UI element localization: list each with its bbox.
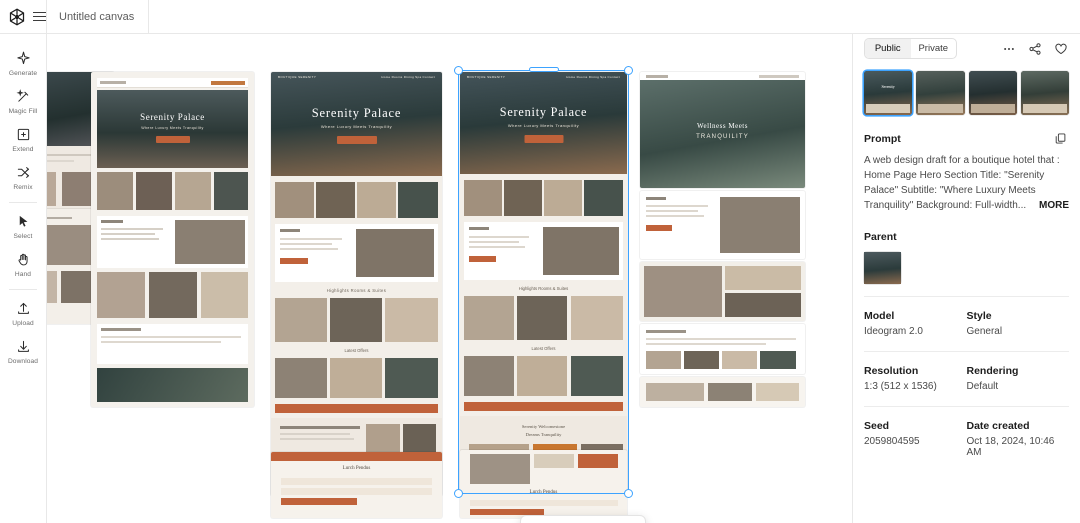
visibility-public[interactable]: Public [865, 39, 911, 58]
rendering-label: Rendering [966, 365, 1019, 377]
canvas-mock-selected-footer[interactable]: Lurch Pendus [460, 450, 627, 518]
panel-actions [1000, 40, 1069, 57]
variant-thumbnails: Serenity [864, 71, 1069, 115]
rail-label-select: Select [13, 233, 33, 240]
panel-body: Public Private Serenity Prompt A web des… [853, 38, 1080, 523]
model-label: Model [864, 310, 895, 322]
rendering-value: Default [966, 381, 999, 392]
more-horizontal-icon[interactable] [1000, 40, 1017, 57]
parent-section: Parent [864, 227, 1069, 284]
canvas-mock-8[interactable] [640, 377, 805, 407]
meta-seed-date: Seed 2059804595 Date created Oct 18, 202… [864, 420, 1069, 458]
rail-item-select[interactable]: Select [0, 206, 47, 244]
rail-label-hand: Hand [14, 271, 32, 278]
visibility-row: Public Private [864, 38, 1069, 59]
canvas-mock-5[interactable] [640, 191, 805, 259]
prompt-label: Prompt [864, 132, 901, 145]
tool-rail: Generate Magic Fill Extend Remix Select … [0, 34, 47, 523]
date-created-label: Date created [966, 420, 1030, 432]
canvas-mock-1[interactable]: Serenity Palace Where Luxury Meets Tranq… [91, 72, 254, 407]
visibility-private[interactable]: Private [911, 39, 957, 58]
rail-divider-2 [9, 289, 37, 290]
style-label: Style [966, 310, 992, 322]
share-icon[interactable] [1026, 40, 1043, 57]
cursor-select-icon [14, 212, 32, 230]
variant-thumbnail-2[interactable] [916, 71, 965, 115]
rail-label-extend: Extend [12, 146, 34, 153]
seed-value: 2059804595 [864, 436, 920, 447]
rail-item-remix[interactable]: Remix [0, 157, 47, 195]
rail-item-download[interactable]: Download [0, 331, 47, 369]
meta-rendering: Rendering Default [967, 365, 1070, 392]
infinite-canvas[interactable]: Serenity Palace Where Luxury Meets Tranq… [47, 34, 852, 523]
variant-thumbnail-1[interactable]: Serenity [864, 71, 913, 115]
magic-fill-icon [14, 87, 32, 105]
image-details-panel: Image Public Private [852, 0, 1080, 523]
top-bar: Untitled canvas [0, 0, 1080, 34]
prompt-text-block: A web design draft for a boutique hotel … [864, 153, 1069, 213]
canvas-tab[interactable]: Untitled canvas [46, 0, 150, 33]
canvas-tab-label: Untitled canvas [59, 10, 135, 23]
canvas-mock-2[interactable]: BOUTIQUE SERENITY Home Rooms Dining Spa … [271, 72, 442, 496]
rail-item-extend[interactable]: Extend [0, 119, 47, 157]
canvas-floating-toolbar[interactable]: 1/4 [520, 515, 646, 523]
app-root: Untitled canvas Generate Magic Fill Exte… [0, 0, 1080, 523]
panel-divider-1 [864, 296, 1069, 297]
rail-label-download: Download [7, 358, 39, 365]
copy-icon[interactable] [1052, 130, 1069, 147]
rail-item-hand[interactable]: Hand [0, 244, 47, 282]
panel-divider-2 [864, 351, 1069, 352]
hand-icon [14, 250, 32, 268]
variant-thumbnail-4[interactable] [1020, 71, 1069, 115]
sparkle-icon [14, 49, 32, 67]
canvas-mock-2-footer[interactable]: Lurch Pendus [271, 452, 442, 518]
resolution-label: Resolution [864, 365, 919, 377]
rail-item-generate[interactable]: Generate [0, 43, 47, 81]
rail-item-upload[interactable]: Upload [0, 293, 47, 331]
download-icon [14, 337, 32, 355]
meta-date-created: Date created Oct 18, 2024, 10:46 AM [967, 420, 1070, 458]
canvas-mock-7[interactable] [640, 324, 805, 374]
variant-thumbnail-3[interactable] [968, 71, 1017, 115]
visibility-toggle[interactable]: Public Private [864, 38, 957, 59]
meta-seed: Seed 2059804595 [864, 420, 967, 458]
model-value: Ideogram 2.0 [864, 326, 923, 337]
canvas-mock-selected[interactable]: BOUTIQUE SERENITY Home Rooms Dining Spa … [460, 72, 627, 492]
date-created-value: Oct 18, 2024, 10:46 AM [966, 436, 1055, 458]
app-logo-icon[interactable] [0, 0, 33, 33]
meta-resolution: Resolution 1:3 (512 x 1536) [864, 365, 967, 392]
meta-resolution-rendering: Resolution 1:3 (512 x 1536) Rendering De… [864, 365, 1069, 392]
seed-label: Seed [864, 420, 890, 432]
meta-model-style: Model Ideogram 2.0 Style General [864, 310, 1069, 337]
resolution-value: 1:3 (512 x 1536) [864, 381, 937, 392]
canvas-mock-4[interactable]: Wellness Meets TRANQUILITY [640, 72, 805, 188]
rail-label-generate: Generate [8, 70, 38, 77]
rail-label-remix: Remix [13, 184, 33, 191]
upload-icon [14, 299, 32, 317]
meta-style: Style General [967, 310, 1070, 337]
remix-icon [14, 163, 32, 181]
prompt-more-button[interactable]: MORE [1031, 198, 1069, 213]
prompt-section-header: Prompt [864, 130, 1069, 147]
heart-icon[interactable] [1052, 40, 1069, 57]
rail-label-magic-fill: Magic Fill [8, 108, 38, 115]
parent-thumbnail[interactable] [864, 252, 901, 284]
panel-divider-3 [864, 406, 1069, 407]
hamburger-menu-icon[interactable] [33, 0, 46, 33]
canvas-mock-6[interactable] [640, 262, 805, 321]
rail-divider-1 [9, 202, 37, 203]
rail-item-magic-fill[interactable]: Magic Fill [0, 81, 47, 119]
meta-model: Model Ideogram 2.0 [864, 310, 967, 337]
rail-label-upload: Upload [12, 320, 34, 327]
parent-label: Parent [864, 231, 897, 243]
extend-icon [14, 125, 32, 143]
style-value: General [966, 326, 1003, 337]
